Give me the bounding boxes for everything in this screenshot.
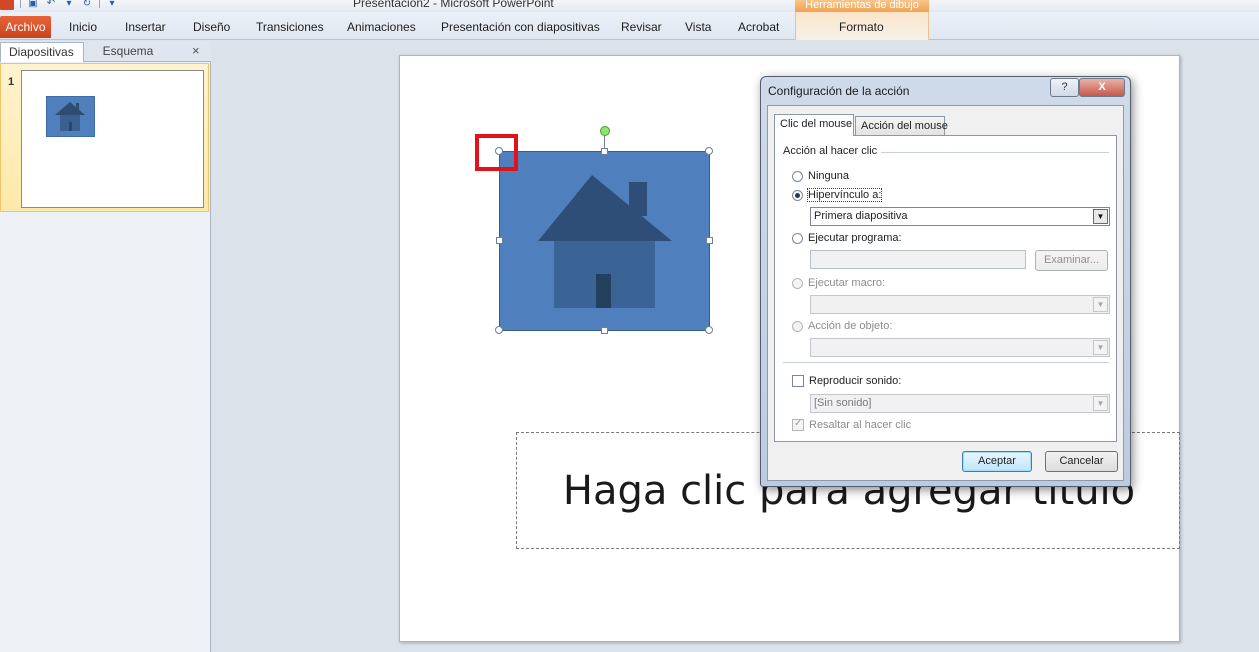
drawing-tools-context-label: Herramientas de dibujo [795,0,929,12]
window-title: Presentación2 - Microsoft PowerPoint [353,0,554,10]
resize-handle-right[interactable] [706,237,713,244]
house-icon [538,175,672,308]
slide-thumbnail-row[interactable]: 1 [0,63,209,212]
chevron-down-icon[interactable]: ▼ [1093,297,1108,312]
qat-separator [99,0,100,8]
checkbox-highlight-click[interactable] [792,418,804,431]
chevron-down-icon[interactable]: ▼ [1093,209,1108,224]
resize-handle-bottom[interactable] [601,327,608,334]
tab-accion-del-mouse[interactable]: Acción del mouse [855,116,948,135]
action-group-label: Acción al hacer clic [783,145,882,157]
tab-transiciones[interactable]: Transiciones [256,12,324,40]
macro-select[interactable]: ▼ [810,295,1110,314]
radio-object-action[interactable] [792,320,803,332]
undo-dropdown-icon[interactable]: ▾ [63,0,75,9]
slide-thumbnail[interactable] [21,70,204,208]
option-none-label: Ninguna [808,170,849,182]
radio-hyperlink[interactable] [792,189,803,201]
close-panel-icon[interactable]: × [192,43,200,58]
resize-handle-left[interactable] [496,237,503,244]
redo-icon[interactable]: ↻ [81,0,93,9]
tab-diapositivas[interactable]: Diapositivas [0,42,84,62]
panel-tabs: Diapositivas Esquema × [0,41,211,62]
tab-acrobat[interactable]: Acrobat [738,12,779,40]
option-run-macro-label: Ejecutar macro: [808,277,886,289]
sound-value: [Sin sonido] [814,397,872,409]
option-play-sound[interactable]: Reproducir sonido: [792,375,901,387]
play-sound-label: Reproducir sonido: [809,375,902,387]
tab-diseno[interactable]: Diseño [193,12,230,40]
close-button[interactable]: X [1079,78,1125,97]
chevron-down-icon[interactable]: ▼ [1093,396,1108,411]
selected-shape-container[interactable] [495,126,713,334]
tab-esquema[interactable]: Esquema [84,42,172,62]
hyperlink-target-select[interactable]: Primera diapositiva ▼ [810,207,1110,226]
highlight-annotation-box [475,134,518,171]
customize-qat-icon[interactable]: ▾ [106,0,118,9]
qat-separator [20,0,21,8]
option-none[interactable]: Ninguna [792,170,849,182]
option-run-program-label: Ejecutar programa: [808,232,902,244]
tab-panel: Acción al hacer clic Ninguna Hipervíncul… [774,135,1117,442]
sound-select[interactable]: [Sin sonido] ▼ [810,394,1110,413]
chevron-down-icon[interactable]: ▼ [1093,340,1108,355]
quick-access-toolbar: ▣ ↶ ▾ ↻ ▾ [0,0,118,10]
rotation-handle[interactable] [600,126,610,136]
checkbox-play-sound[interactable] [792,375,804,387]
option-object-action-label: Acción de objeto: [808,320,893,332]
window-title-bar: ▣ ↶ ▾ ↻ ▾ Presentación2 - Microsoft Powe… [0,0,1259,12]
option-hyperlink-label: Hipervínculo a: [806,188,883,202]
ribbon-tab-row: Inicio Insertar Diseño Transiciones Anim… [0,12,1259,40]
option-highlight-click[interactable]: Resaltar al hacer clic [792,418,912,431]
object-action-select[interactable]: ▼ [810,338,1110,357]
file-tab[interactable]: Archivo [0,16,51,38]
resize-handle-bottom-right[interactable] [705,326,713,334]
highlight-click-label: Resaltar al hacer clic [809,419,912,431]
program-path-input[interactable] [810,250,1026,269]
undo-icon[interactable]: ↶ [45,0,57,9]
option-run-program[interactable]: Ejecutar programa: [792,232,902,244]
hyperlink-target-value: Primera diapositiva [814,210,908,222]
tab-formato[interactable]: Formato [839,12,884,40]
tab-revisar[interactable]: Revisar [621,12,662,40]
dialog-title: Configuración de la acción [768,84,910,98]
option-object-action[interactable]: Acción de objeto: [792,320,892,332]
thumbnail-house-shape [46,96,95,137]
cancel-button[interactable]: Cancelar [1045,451,1118,472]
resize-handle-top-right[interactable] [705,147,713,155]
powerpoint-app-icon[interactable] [0,0,14,10]
save-icon[interactable]: ▣ [27,0,39,9]
tab-insertar[interactable]: Insertar [125,12,166,40]
tab-presentacion[interactable]: Presentación con diapositivas [441,12,600,40]
tab-animaciones[interactable]: Animaciones [347,12,416,40]
resize-handle-top[interactable] [601,148,608,155]
option-hyperlink[interactable]: Hipervínculo a: [792,188,883,202]
tab-clic-del-mouse[interactable]: Clic del mouse [774,114,854,136]
tab-inicio[interactable]: Inicio [69,12,97,40]
help-button[interactable]: ? [1050,78,1079,97]
tab-vista[interactable]: Vista [685,12,711,40]
slide-number: 1 [8,76,15,88]
radio-none[interactable] [792,170,803,182]
resize-handle-bottom-left[interactable] [495,326,503,334]
house-icon [55,102,85,131]
ok-button[interactable]: Aceptar [962,451,1032,472]
browse-button[interactable]: Examinar... [1035,250,1108,271]
option-run-macro[interactable]: Ejecutar macro: [792,277,885,289]
sound-divider [783,362,1109,363]
dialog-body: Clic del mouse Acción del mouse Acción a… [767,105,1124,481]
radio-run-program[interactable] [792,232,803,244]
group-divider [875,152,1109,153]
slides-panel: Diapositivas Esquema × 1 [0,41,211,652]
action-button-home-shape[interactable] [499,151,710,331]
radio-run-macro[interactable] [792,277,803,289]
action-settings-dialog: Configuración de la acción ? X Clic del … [760,76,1131,487]
